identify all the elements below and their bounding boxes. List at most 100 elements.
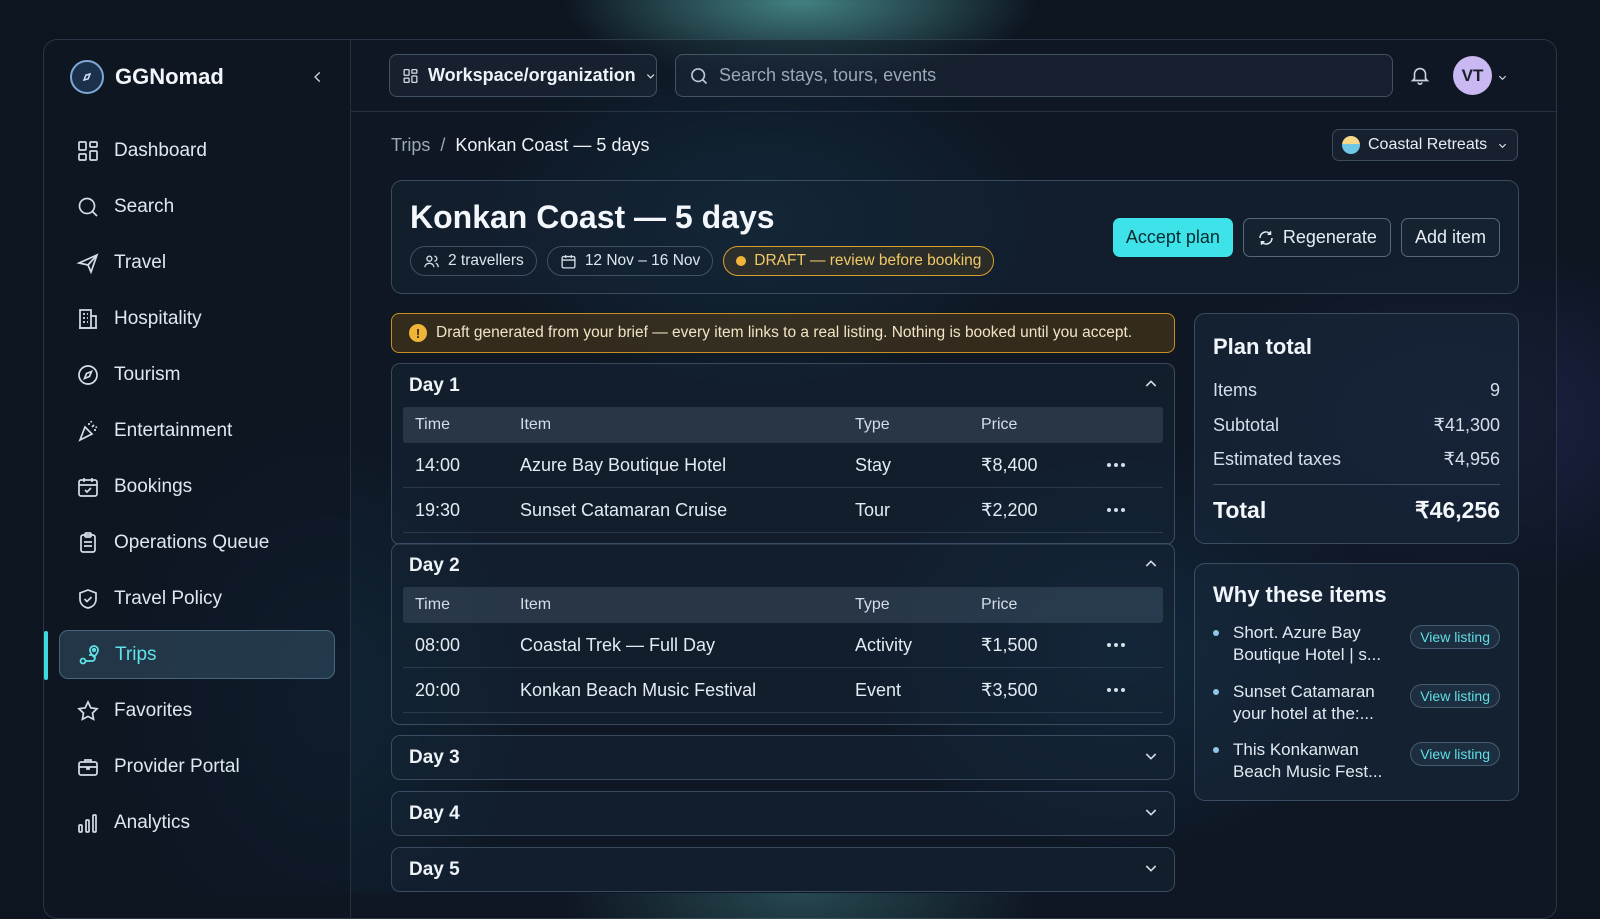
plan-total-title: Plan total	[1213, 334, 1313, 359]
bell-icon	[1410, 67, 1430, 85]
search-icon	[78, 197, 98, 217]
sidebar-item-entertainment[interactable]: Entertainment	[59, 406, 335, 455]
chevron-down-icon	[1145, 753, 1157, 760]
account-menu-toggle[interactable]	[1497, 70, 1508, 88]
workspace-label: Workspace/organization	[427, 65, 636, 85]
day-header[interactable]: Day 5	[392, 848, 1174, 891]
avatar[interactable]: VT	[1453, 56, 1492, 95]
search-icon	[691, 67, 708, 84]
col-time: Time	[415, 416, 450, 433]
sidebar: GGNomad Dashboard Search Travel Hospital…	[44, 40, 351, 918]
table-row[interactable]: 14:00 Azure Bay Boutique Hotel Stay ₹8,4…	[403, 443, 1163, 488]
view-listing-link[interactable]: View listing	[1410, 684, 1500, 708]
status-badge: DRAFT — review before booking	[723, 246, 995, 276]
brand[interactable]: GGNomad	[70, 60, 224, 94]
app-window: GGNomad Dashboard Search Travel Hospital…	[43, 39, 1557, 919]
workspace-selector[interactable]: Workspace/organization	[389, 54, 657, 97]
table-row[interactable]: 19:30 Sunset Catamaran Cruise Tour ₹2,20…	[403, 488, 1163, 533]
chevron-down-icon	[1145, 865, 1157, 872]
total-label: Total	[1213, 497, 1267, 523]
breadcrumb-separator: /	[440, 135, 446, 155]
items-label: Items	[1213, 380, 1258, 400]
sidebar-item-favorites[interactable]: Favorites	[59, 686, 335, 735]
trip-actions: Accept plan Regenerate Add item	[1112, 218, 1500, 257]
sidebar-item-label: Hospitality	[114, 307, 202, 329]
shield-check-icon	[79, 588, 97, 609]
cell-time: 14:00	[415, 454, 461, 475]
more-options-button[interactable]	[1091, 687, 1141, 693]
total-row: Total ₹46,256	[1213, 497, 1500, 524]
chevron-down-icon	[1498, 75, 1507, 81]
day-label: Day 3	[409, 746, 460, 768]
sidebar-item-travel[interactable]: Travel	[59, 238, 335, 287]
sidebar-item-label: Trips	[115, 643, 157, 665]
cell-price: ₹8,400	[981, 454, 1038, 475]
refresh-icon	[1259, 230, 1273, 245]
day-header[interactable]: Day 1	[392, 364, 1174, 407]
sidebar-item-label: Tourism	[114, 363, 181, 385]
users-icon	[424, 255, 439, 267]
day-section: Day 4	[391, 791, 1175, 836]
col-type: Type	[855, 596, 890, 613]
sidebar-item-analytics[interactable]: Analytics	[59, 798, 335, 847]
search-input[interactable]	[719, 65, 1319, 86]
sidebar-nav: Dashboard Search Travel Hospitality Tour…	[44, 126, 335, 854]
search-bar[interactable]	[675, 54, 1393, 97]
day-header[interactable]: Day 3	[392, 736, 1174, 779]
collection-label: Coastal Retreats	[1368, 136, 1488, 153]
cell-item: Azure Bay Boutique Hotel	[520, 454, 727, 475]
view-listing-link[interactable]: View listing	[1410, 625, 1500, 649]
cell-price: ₹1,500	[981, 634, 1038, 655]
collapse-sidebar-button[interactable]	[306, 65, 330, 89]
col-item: Item	[520, 416, 552, 433]
notifications-button[interactable]	[1409, 64, 1431, 91]
sidebar-item-tourism[interactable]: Tourism	[59, 350, 335, 399]
collection-selector[interactable]: Coastal Retreats	[1332, 129, 1518, 161]
more-horizontal-icon	[1107, 688, 1125, 692]
breadcrumb-trips-link[interactable]: Trips	[391, 135, 430, 156]
day-header[interactable]: Day 2	[392, 544, 1174, 587]
itinerary-table: Time Item Type Price 08:00 Coastal Trek …	[403, 587, 1163, 713]
building-icon	[79, 308, 97, 329]
plane-icon	[76, 252, 99, 274]
col-item: Item	[520, 596, 552, 613]
sidebar-item-search[interactable]: Search	[59, 182, 335, 231]
sidebar-item-label: Analytics	[114, 811, 191, 833]
active-indicator	[44, 631, 48, 680]
more-options-button[interactable]	[1091, 642, 1141, 648]
accept-plan-button[interactable]: Accept plan	[1112, 218, 1233, 257]
why-item-line: your hotel at the:...	[1233, 704, 1374, 723]
sidebar-item-bookings[interactable]: Bookings	[59, 462, 335, 511]
why-item-line: Sunset Catamaran	[1233, 682, 1375, 701]
sidebar-item-label: Search	[114, 195, 175, 217]
why-item-text: Sunset Catamaran your hotel at the:...	[1233, 681, 1388, 725]
briefcase-icon	[78, 758, 98, 776]
sidebar-item-trips[interactable]: Trips	[44, 630, 335, 680]
cell-price: ₹3,500	[981, 679, 1038, 700]
sidebar-item-hospitality[interactable]: Hospitality	[59, 294, 335, 343]
sidebar-item-travel-policy[interactable]: Travel Policy	[59, 574, 335, 623]
add-item-button[interactable]: Add item	[1400, 218, 1500, 257]
star-icon	[77, 699, 99, 721]
table-row[interactable]: 08:00 Coastal Trek — Full Day Activity ₹…	[403, 623, 1163, 668]
party-icon	[78, 420, 98, 442]
regenerate-button[interactable]: Regenerate	[1242, 218, 1391, 257]
more-options-button[interactable]	[1091, 507, 1141, 513]
day-header[interactable]: Day 4	[392, 792, 1174, 835]
sidebar-item-operations-queue[interactable]: Operations Queue	[59, 518, 335, 567]
divider	[1213, 484, 1500, 485]
dates-label: 12 Nov – 16 Nov	[584, 252, 701, 269]
sidebar-item-dashboard[interactable]: Dashboard	[59, 126, 335, 175]
day-section: Day 5	[391, 847, 1175, 892]
sidebar-item-label: Bookings	[114, 475, 193, 497]
more-options-button[interactable]	[1091, 462, 1141, 468]
sidebar-item-provider-portal[interactable]: Provider Portal	[59, 742, 335, 791]
why-item-line: Beach Music Fest...	[1233, 762, 1383, 781]
day-section: Day 3	[391, 735, 1175, 780]
view-listing-link[interactable]: View listing	[1410, 742, 1500, 766]
day-label: Day 5	[409, 858, 460, 880]
table-row[interactable]: 20:00 Konkan Beach Music Festival Event …	[403, 668, 1163, 713]
breadcrumb: Trips / Konkan Coast — 5 days	[391, 135, 649, 156]
chevron-down-icon	[646, 73, 655, 79]
travellers-chip: 2 travellers	[410, 246, 537, 276]
